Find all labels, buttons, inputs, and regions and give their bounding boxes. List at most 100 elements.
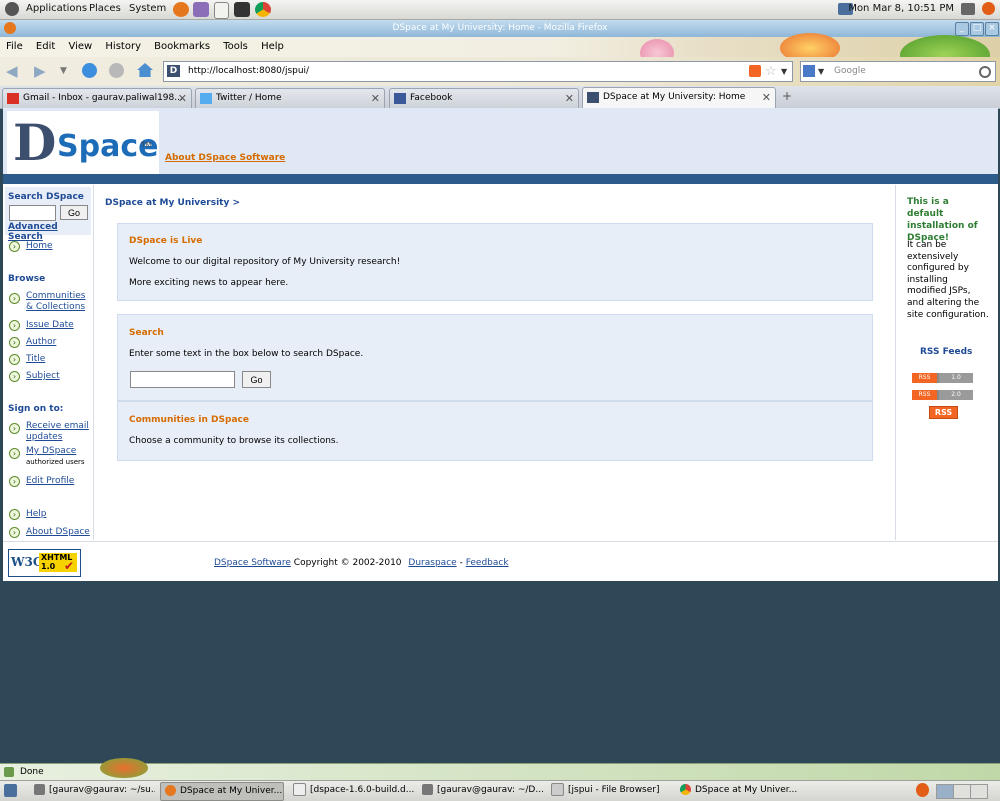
sidebar-item-help[interactable]: Help [26, 509, 47, 520]
search-engine-dropdown-icon[interactable]: ▼ [818, 62, 824, 81]
news-text-1: Welcome to our digital repository of My … [129, 257, 401, 267]
arrow-bullet-icon: › [9, 371, 20, 382]
new-tab-button[interactable]: + [782, 89, 792, 103]
search-bar[interactable]: ▼ Google [800, 61, 996, 82]
clock[interactable]: Mon Mar 8, 10:51 PM [848, 3, 954, 14]
main-go-button[interactable]: Go [242, 371, 271, 388]
sidebar-item-my-dspace[interactable]: My DSpace [26, 446, 76, 457]
arrow-bullet-icon: › [9, 509, 20, 520]
gmail-icon [7, 93, 19, 104]
volume-icon[interactable] [961, 3, 975, 15]
text-editor-launcher-icon[interactable] [214, 2, 229, 19]
search-magnifier-icon[interactable] [979, 66, 991, 78]
top-panel: Applications Places System Mon Mar 8, 10… [0, 0, 1000, 20]
sidebar-go-button[interactable]: Go [60, 205, 88, 220]
menu-tools[interactable]: Tools [223, 41, 248, 52]
sidebar-item-home[interactable]: Home [26, 241, 53, 252]
workspace-1[interactable] [936, 784, 954, 799]
tab-dspace[interactable]: DSpace at My University: Home ✕ [582, 87, 776, 109]
dspace-software-link[interactable]: DSpace Software [214, 558, 291, 568]
site-favicon: D [167, 65, 180, 77]
evolution-launcher-icon[interactable] [193, 2, 209, 17]
feedback-link[interactable]: Feedback [466, 558, 509, 568]
w3c-xhtml-badge[interactable]: W3C XHTML 1.0 ✔ [8, 549, 81, 577]
duraspace-link[interactable]: Duraspace [408, 558, 456, 568]
sidebar-item-about[interactable]: About DSpace [26, 527, 90, 538]
close-tab-icon[interactable]: ✕ [371, 89, 380, 108]
terminal-launcher-icon[interactable] [234, 2, 250, 17]
copyright-text: Copyright © 2002-2010 [293, 558, 402, 568]
rss-button[interactable]: RSS [929, 406, 958, 419]
tab-facebook[interactable]: Facebook ✕ [389, 88, 579, 108]
gnome-foot-icon[interactable] [5, 2, 19, 16]
rss-1-0-badge[interactable]: RSS 1.0 [912, 373, 973, 383]
chrome-launcher-icon[interactable] [255, 2, 271, 17]
forward-arrow-icon[interactable]: ▶ [34, 64, 46, 79]
breadcrumb[interactable]: DSpace at My University > [105, 198, 240, 208]
url-bar[interactable]: D http://localhost:8080/jspui/ ☆ ▼ [163, 61, 793, 82]
taskbar-item-terminal-1[interactable]: [gaurav@gaurav: ~/su... [30, 782, 155, 799]
sidebar-search-input[interactable] [9, 205, 56, 221]
sidebar-item-author[interactable]: Author [26, 337, 56, 348]
menu-help[interactable]: Help [261, 41, 284, 52]
taskbar-item-firefox[interactable]: DSpace at My Univer... [160, 782, 284, 801]
bottom-taskbar: [gaurav@gaurav: ~/su... DSpace at My Uni… [0, 780, 1000, 801]
taskbar-item-file-browser[interactable]: [jspui - File Browser] [547, 782, 672, 799]
tab-gmail[interactable]: Gmail - Inbox - gaurav.paliwal198... ✕ [2, 88, 192, 108]
power-icon[interactable] [982, 2, 995, 15]
configuration-description: It can be extensively configured by inst… [907, 240, 989, 320]
tab-twitter[interactable]: Twitter / Home ✕ [195, 88, 385, 108]
back-arrow-icon[interactable]: ◀ [6, 64, 18, 79]
menu-bookmarks[interactable]: Bookmarks [154, 41, 210, 52]
workspace-3[interactable] [970, 784, 988, 799]
url-text[interactable]: http://localhost:8080/jspui/ [188, 62, 309, 81]
rss-feed-icon[interactable] [749, 65, 761, 77]
home-icon[interactable] [137, 63, 153, 77]
close-tab-icon[interactable]: ✕ [565, 89, 574, 108]
sidebar-item-title[interactable]: Title [26, 354, 45, 365]
close-window-button[interactable]: × [985, 22, 999, 36]
history-dropdown-icon[interactable]: ▼ [60, 66, 67, 76]
sidebar-item-edit-profile[interactable]: Edit Profile [26, 476, 74, 487]
menu-edit[interactable]: Edit [36, 41, 55, 52]
arrow-bullet-icon: › [9, 448, 20, 459]
system-menu[interactable]: System [129, 3, 166, 14]
stop-icon[interactable] [109, 63, 124, 78]
trash-icon[interactable] [916, 783, 929, 797]
close-tab-icon[interactable]: ✕ [762, 88, 771, 107]
status-icon [4, 767, 14, 777]
menu-history[interactable]: History [105, 41, 141, 52]
places-menu[interactable]: Places [89, 3, 121, 14]
task-label: [dspace-1.6.0-build.d... [310, 785, 414, 795]
rss-2-0-badge[interactable]: RSS 2.0 [912, 390, 973, 400]
workspace-2[interactable] [953, 784, 971, 799]
show-desktop-icon[interactable] [4, 784, 17, 797]
status-text: Done [20, 767, 44, 777]
checkmark-icon: ✔ [64, 559, 75, 573]
sidebar-item-communities[interactable]: Communities & Collections [26, 291, 86, 313]
menu-file[interactable]: File [6, 41, 23, 52]
firefox-launcher-icon[interactable] [173, 2, 189, 17]
minimize-button[interactable]: _ [955, 22, 969, 36]
sidebar-item-subject[interactable]: Subject [26, 371, 60, 382]
browse-title: Browse [8, 274, 46, 284]
maximize-button[interactable]: □ [970, 22, 984, 36]
menu-view[interactable]: View [68, 41, 92, 52]
dspace-logo[interactable]: D Space TM [7, 111, 159, 174]
google-search-icon[interactable] [803, 65, 815, 77]
bookmark-star-icon[interactable]: ☆ [765, 62, 777, 81]
applications-menu[interactable]: Applications [26, 3, 87, 14]
reload-icon[interactable] [82, 63, 97, 78]
url-dropdown-icon[interactable]: ▼ [781, 62, 787, 81]
main-search-input[interactable] [130, 371, 235, 388]
taskbar-item-chrome[interactable]: DSpace at My Univer... [676, 782, 801, 799]
close-tab-icon[interactable]: ✕ [178, 89, 187, 108]
arrow-bullet-icon: › [9, 293, 20, 304]
rss-feeds-title: RSS Feeds [920, 347, 973, 357]
about-dspace-software-link[interactable]: About DSpace Software [165, 153, 285, 163]
advanced-search-link[interactable]: Advanced Search [8, 222, 93, 242]
sidebar-item-receive-email[interactable]: Receive email updates [26, 421, 90, 443]
taskbar-item-terminal-2[interactable]: [gaurav@gaurav: ~/D... [418, 782, 543, 799]
taskbar-item-editor[interactable]: [dspace-1.6.0-build.d... [289, 782, 414, 799]
sidebar-item-issue-date[interactable]: Issue Date [26, 320, 74, 331]
